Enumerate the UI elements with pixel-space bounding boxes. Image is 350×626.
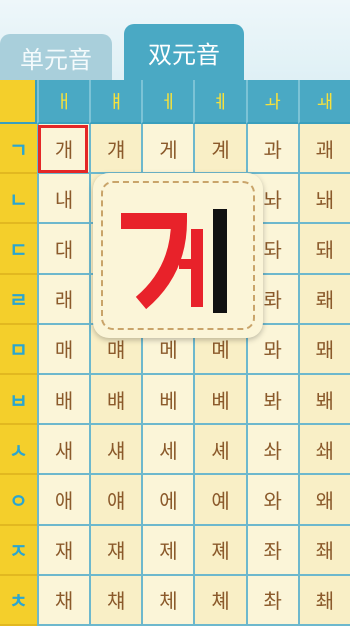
vowel-header-3[interactable]: ㅖ xyxy=(193,80,246,124)
syllable-cell[interactable]: 에 xyxy=(141,475,194,526)
syllable-cell[interactable]: 배 xyxy=(37,374,90,426)
consonant-header-6[interactable]: ㅅ xyxy=(0,425,37,476)
character-popup xyxy=(93,173,263,338)
syllable-cell[interactable]: 볘 xyxy=(193,374,246,426)
syllable-cell[interactable]: 새 xyxy=(37,425,90,476)
syllable-cell[interactable]: 계 xyxy=(193,124,246,175)
vowel-middle-stroke xyxy=(179,258,193,269)
syllable-cell[interactable]: 체 xyxy=(141,575,194,626)
consonant-header-2[interactable]: ㄷ xyxy=(0,224,37,275)
syllable-cell[interactable]: 쵀 xyxy=(297,575,350,626)
syllable-cell[interactable]: 게 xyxy=(141,124,194,175)
syllable-cell[interactable]: 뱨 xyxy=(89,374,142,426)
syllable-cell[interactable]: 예 xyxy=(193,475,246,526)
popup-glyph xyxy=(121,208,227,313)
consonant-header-0[interactable]: ㄱ xyxy=(0,124,37,175)
syllable-cell[interactable]: 쳬 xyxy=(193,575,246,626)
vowel-header-1[interactable]: ㅒ xyxy=(89,80,142,124)
syllable-cell[interactable]: 봐 xyxy=(245,374,298,426)
syllable-cell[interactable]: 과 xyxy=(245,124,298,175)
syllable-cell[interactable]: 왜 xyxy=(297,475,350,526)
tab-bar: 单元音 双元音 xyxy=(0,0,350,80)
tab-monophthong[interactable]: 单元音 xyxy=(0,34,112,80)
syllable-cell[interactable]: 쟤 xyxy=(89,525,142,576)
syllable-cell[interactable]: 솨 xyxy=(245,425,298,476)
syllable-cell[interactable]: 챼 xyxy=(89,575,142,626)
syllable-cell[interactable]: 괘 xyxy=(297,124,350,175)
syllable-cell[interactable]: 세 xyxy=(141,425,194,476)
syllable-cell[interactable]: 좨 xyxy=(297,525,350,576)
vowel-header-4[interactable]: ㅘ xyxy=(245,80,298,124)
vowel-header-0[interactable]: ㅐ xyxy=(37,80,90,124)
vowel-header-5[interactable]: ㅙ xyxy=(297,80,350,124)
syllable-cell[interactable]: 재 xyxy=(37,525,90,576)
syllable-cell[interactable]: 래 xyxy=(37,274,90,325)
syllable-cell[interactable]: 개 xyxy=(37,124,90,175)
syllable-cell[interactable]: 봬 xyxy=(297,374,350,426)
vowel-header-2[interactable]: ㅔ xyxy=(141,80,194,124)
consonant-header-4[interactable]: ㅁ xyxy=(0,324,37,375)
syllable-cell[interactable]: 대 xyxy=(37,224,90,275)
syllable-cell[interactable]: 걔 xyxy=(89,124,142,175)
vowel-right-bar xyxy=(213,208,227,313)
syllable-cell[interactable]: 놰 xyxy=(297,174,350,225)
consonant-header-7[interactable]: ㅇ xyxy=(0,475,37,526)
tab-diphthong[interactable]: 双元音 xyxy=(124,24,244,80)
syllable-cell[interactable]: 매 xyxy=(37,324,90,375)
syllable-cell[interactable]: 촤 xyxy=(245,575,298,626)
consonant-header-8[interactable]: ㅈ xyxy=(0,525,37,576)
syllable-cell[interactable]: 와 xyxy=(245,475,298,526)
syllable-cell[interactable]: 채 xyxy=(37,575,90,626)
syllable-cell[interactable]: 얘 xyxy=(89,475,142,526)
consonant-stroke xyxy=(121,212,188,309)
syllable-cell[interactable]: 졔 xyxy=(193,525,246,576)
syllable-cell[interactable]: 좌 xyxy=(245,525,298,576)
consonant-header-9[interactable]: ㅊ xyxy=(0,575,37,626)
syllable-cell[interactable]: 쇄 xyxy=(297,425,350,476)
consonant-header-1[interactable]: ㄴ xyxy=(0,174,37,225)
syllable-cell[interactable]: 제 xyxy=(141,525,194,576)
syllable-cell[interactable]: 내 xyxy=(37,174,90,225)
syllable-cell[interactable]: 뫠 xyxy=(297,324,350,375)
hangul-table: ㅐㅒㅔㅖㅘㅙㄱ개걔게계과괘ㄴ내냬네녜놔놰ㄷ대댸데뎨돠돼ㄹ래럐레례롸뢔ㅁ매먜메몌뫄… xyxy=(0,80,350,626)
syllable-cell[interactable]: 돼 xyxy=(297,224,350,275)
syllable-cell[interactable]: 섀 xyxy=(89,425,142,476)
syllable-cell[interactable]: 애 xyxy=(37,475,90,526)
table-corner xyxy=(0,80,37,124)
popup-character xyxy=(93,173,263,338)
consonant-header-5[interactable]: ㅂ xyxy=(0,374,37,426)
syllable-cell[interactable]: 셰 xyxy=(193,425,246,476)
syllable-cell[interactable]: 베 xyxy=(141,374,194,426)
consonant-header-3[interactable]: ㄹ xyxy=(0,274,37,325)
syllable-cell[interactable]: 뢔 xyxy=(297,274,350,325)
